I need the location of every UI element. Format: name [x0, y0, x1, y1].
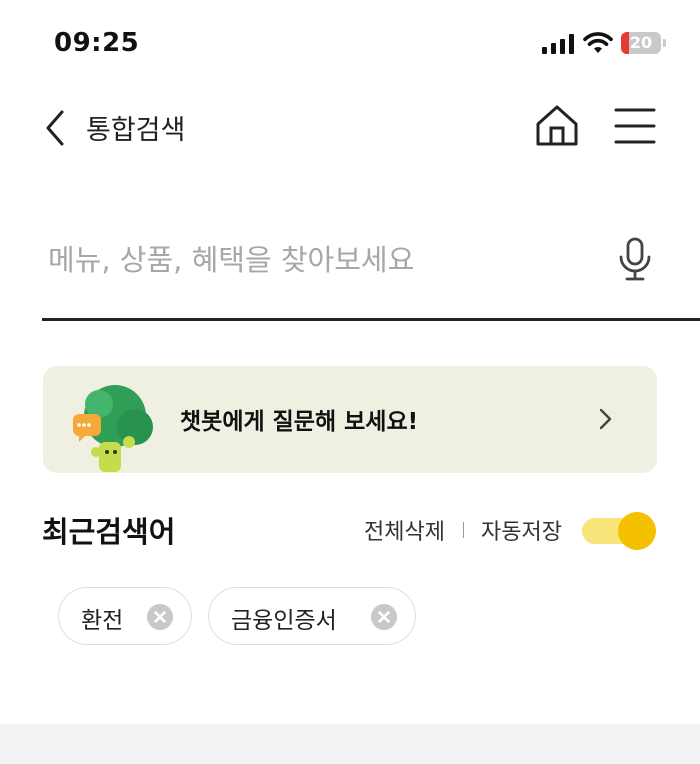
recent-search-label[interactable]: 환전	[81, 601, 123, 635]
remove-icon[interactable]	[147, 604, 173, 630]
recent-search-chip: 금융인증서	[208, 587, 416, 645]
chatbot-character-icon	[73, 385, 153, 472]
nav-bar: 통합검색	[0, 96, 700, 158]
hamburger-menu-icon[interactable]	[612, 104, 658, 148]
recent-search-label[interactable]: 금융인증서	[231, 601, 337, 635]
page-title: 통합검색	[86, 115, 186, 146]
battery-level: 20	[629, 33, 653, 52]
battery-indicator: 20	[621, 32, 667, 56]
back-button[interactable]	[40, 106, 74, 150]
search-input[interactable]	[46, 234, 610, 286]
delete-all-button[interactable]: 전체삭제	[364, 514, 445, 546]
section-separator	[0, 724, 700, 764]
status-time: 09:25	[54, 28, 140, 58]
auto-save-toggle[interactable]	[580, 510, 658, 552]
chatbot-banner[interactable]: 챗봇에게 질문해 보세요!	[43, 366, 657, 473]
auto-save-label: 자동저장	[481, 520, 562, 545]
recent-searches-title: 최근검색어	[42, 515, 176, 549]
microphone-icon[interactable]	[616, 236, 654, 282]
cellular-signal-icon	[542, 34, 574, 54]
home-icon[interactable]	[533, 102, 581, 150]
wifi-icon	[583, 32, 613, 53]
recent-search-chip: 환전	[58, 587, 192, 645]
divider	[463, 522, 464, 538]
chevron-right-icon	[599, 408, 612, 430]
chatbot-text: 챗봇에게 질문해 보세요!	[180, 409, 419, 435]
search-box	[42, 212, 700, 321]
remove-icon[interactable]	[371, 604, 397, 630]
status-bar: 09:25 20	[0, 0, 700, 90]
